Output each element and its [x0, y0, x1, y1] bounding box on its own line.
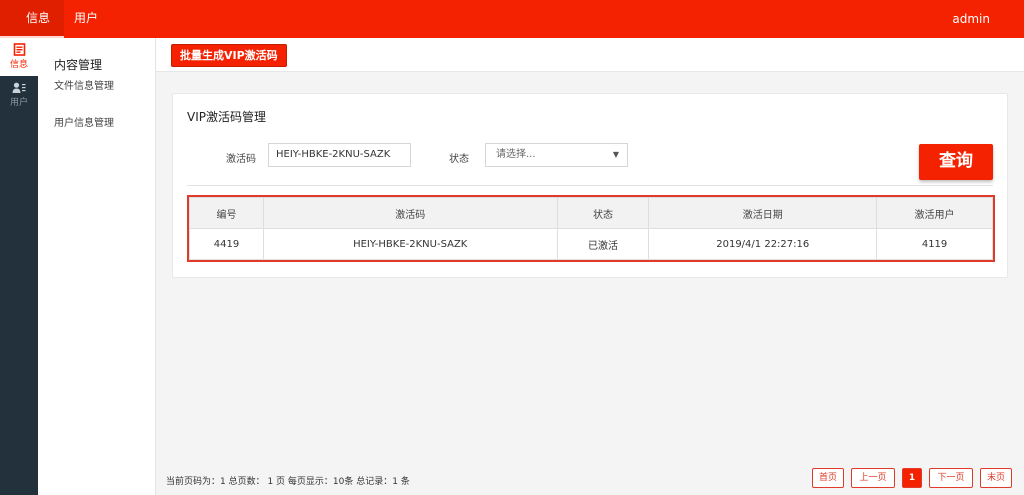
- column-header-code: 激活码: [262, 197, 558, 229]
- query-button[interactable]: 查询: [919, 144, 993, 180]
- column-header-id: 编号: [189, 197, 264, 229]
- pager-info: 当前页码为：1 总页数： 1 页 每页显示：10条 总记录：1 条: [166, 477, 410, 487]
- divider: [187, 185, 993, 186]
- menu-item-user-info[interactable]: 用户信息管理: [54, 114, 114, 129]
- table-row[interactable]: 4419 HEIY-HBKE-2KNU-SAZK 已激活 2019/4/1 22…: [189, 228, 993, 260]
- side-menu: 内容管理 文件信息管理 用户信息管理: [38, 38, 156, 495]
- status-field-label: 状态: [449, 154, 469, 165]
- current-user[interactable]: admin: [952, 0, 990, 38]
- code-field-label: 激活码: [226, 154, 256, 165]
- iconbar-item-label: 信息: [9, 60, 28, 70]
- pager-prev-button[interactable]: 上一页: [851, 468, 895, 488]
- pager-last-button[interactable]: 末页: [980, 468, 1012, 488]
- caret-down-icon: ▼: [612, 150, 619, 159]
- iconbar-item-label: 用户: [9, 97, 28, 108]
- document-icon: [13, 43, 26, 59]
- pager-first-button[interactable]: 首页: [812, 468, 844, 488]
- code-input[interactable]: HEIY-HBKE-2KNU-SAZK: [268, 143, 411, 167]
- icon-sidebar: 信息 用户: [0, 38, 38, 495]
- menu-item-file-info[interactable]: 文件信息管理: [54, 77, 114, 92]
- iconbar-item-info[interactable]: 信息: [0, 38, 38, 76]
- menu-group-title: 内容管理: [54, 58, 103, 72]
- cell-status: 已激活: [556, 228, 650, 260]
- panel-title: VIP激活码管理: [187, 110, 266, 124]
- toolbar: 批量生成VIP激活码: [156, 38, 1024, 72]
- cell-date: 2019/4/1 22:27:16: [648, 228, 878, 260]
- pager-current-page[interactable]: 1: [902, 468, 922, 488]
- status-select-value: 请选择...: [496, 149, 536, 160]
- user-list-icon: [12, 82, 26, 97]
- pager-next-button[interactable]: 下一页: [929, 468, 973, 488]
- top-nav-user[interactable]: 用户: [64, 0, 108, 38]
- cell-user: 4119: [876, 228, 993, 260]
- vip-code-panel: VIP激活码管理 激活码 HEIY-HBKE-2KNU-SAZK 状态 请选择.…: [172, 93, 1008, 278]
- column-header-status: 状态: [556, 197, 650, 229]
- column-header-user: 激活用户: [876, 197, 993, 229]
- cell-code: HEIY-HBKE-2KNU-SAZK: [262, 228, 558, 260]
- status-select[interactable]: 请选择... ▼: [485, 143, 628, 167]
- top-navbar: 信息 用户 admin: [0, 0, 1024, 38]
- batch-generate-vip-button[interactable]: 批量生成VIP激活码: [171, 44, 287, 67]
- top-nav-info[interactable]: 信息: [0, 0, 65, 38]
- column-header-date: 激活日期: [648, 197, 878, 229]
- iconbar-item-user[interactable]: 用户: [0, 76, 38, 114]
- top-nav: 信息 用户: [0, 0, 108, 38]
- table-header-row: 编号 激活码 状态 激活日期 激活用户: [189, 197, 993, 229]
- results-table: 编号 激活码 状态 激活日期 激活用户 4419 HEIY-HBKE-2KNU-…: [187, 195, 995, 262]
- cell-id: 4419: [189, 228, 264, 260]
